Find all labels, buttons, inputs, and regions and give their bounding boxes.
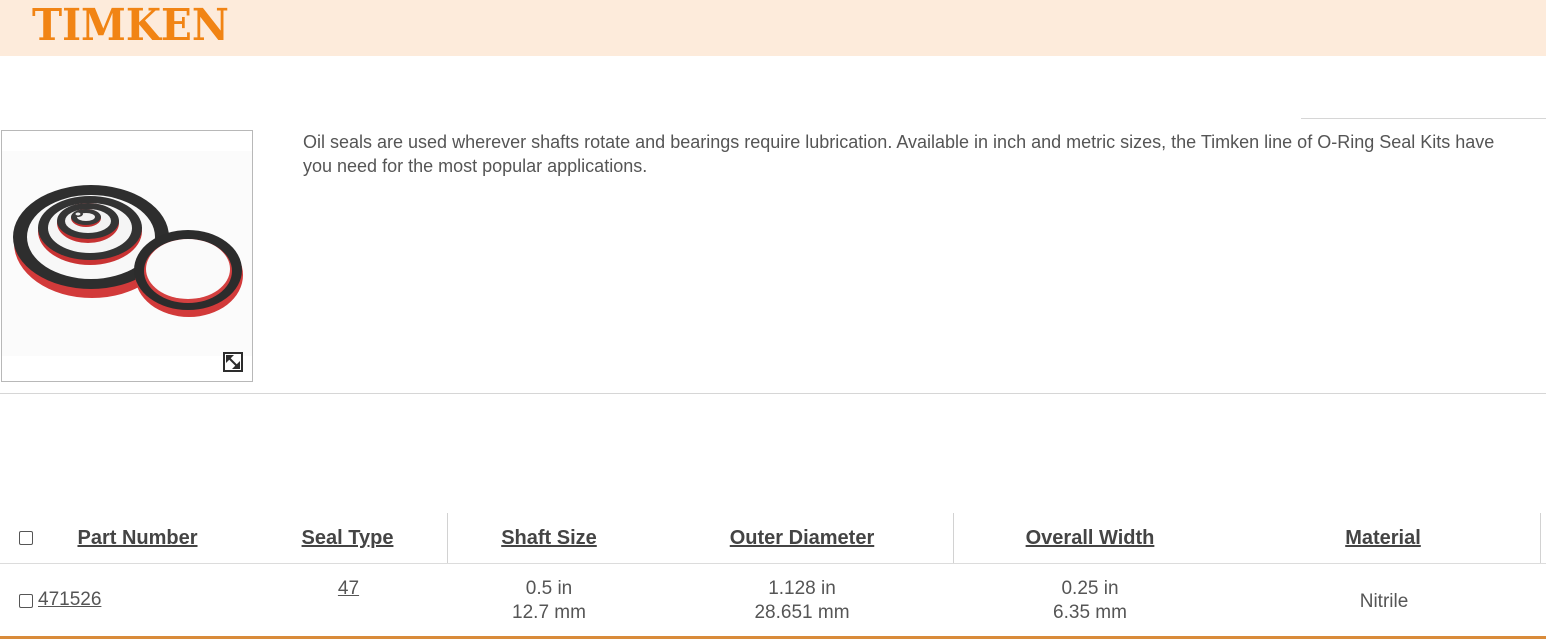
product-image[interactable] [1,130,253,382]
column-divider [953,513,954,563]
divider [1301,118,1546,119]
column-divider [447,513,448,563]
part-number-link[interactable]: 471526 [38,588,101,612]
oil-seals-image [2,151,252,356]
seal-type-link[interactable]: 47 [300,577,397,601]
outer-diameter-cell: 1.128 in 28.651 mm [754,578,850,623]
site-header: TIMKEN [0,0,1546,56]
row-select-checkbox[interactable] [19,594,33,608]
header-shaft-size[interactable]: Shaft Size [488,525,610,551]
column-divider [1540,513,1541,563]
overall-width-cell: 0.25 in 6.35 mm [1053,578,1127,623]
header-overall-width[interactable]: Overall Width [1010,525,1170,551]
table-bottom-border [0,636,1546,639]
timken-logo[interactable]: TIMKEN [32,2,229,50]
header-part-number[interactable]: Part Number [75,525,200,551]
header-material[interactable]: Material [1330,525,1436,551]
material-cell: Nitrile [1359,591,1409,612]
select-all-checkbox[interactable] [19,531,33,545]
product-description: Oil seals are used wherever shafts rotat… [303,132,1495,176]
shaft-size-cell: 0.5 in 12.7 mm [512,578,586,623]
table-row: 471526 47 0.5 in 12.7 mm 1.128 in 28.651… [0,564,1546,638]
expand-image-button[interactable] [223,352,243,372]
header-seal-type[interactable]: Seal Type [290,525,405,551]
divider [0,393,1546,394]
expand-icon [226,355,240,369]
table-header: Part Number Seal Type Shaft Size Outer D… [0,513,1546,564]
header-outer-diameter[interactable]: Outer Diameter [712,525,892,551]
